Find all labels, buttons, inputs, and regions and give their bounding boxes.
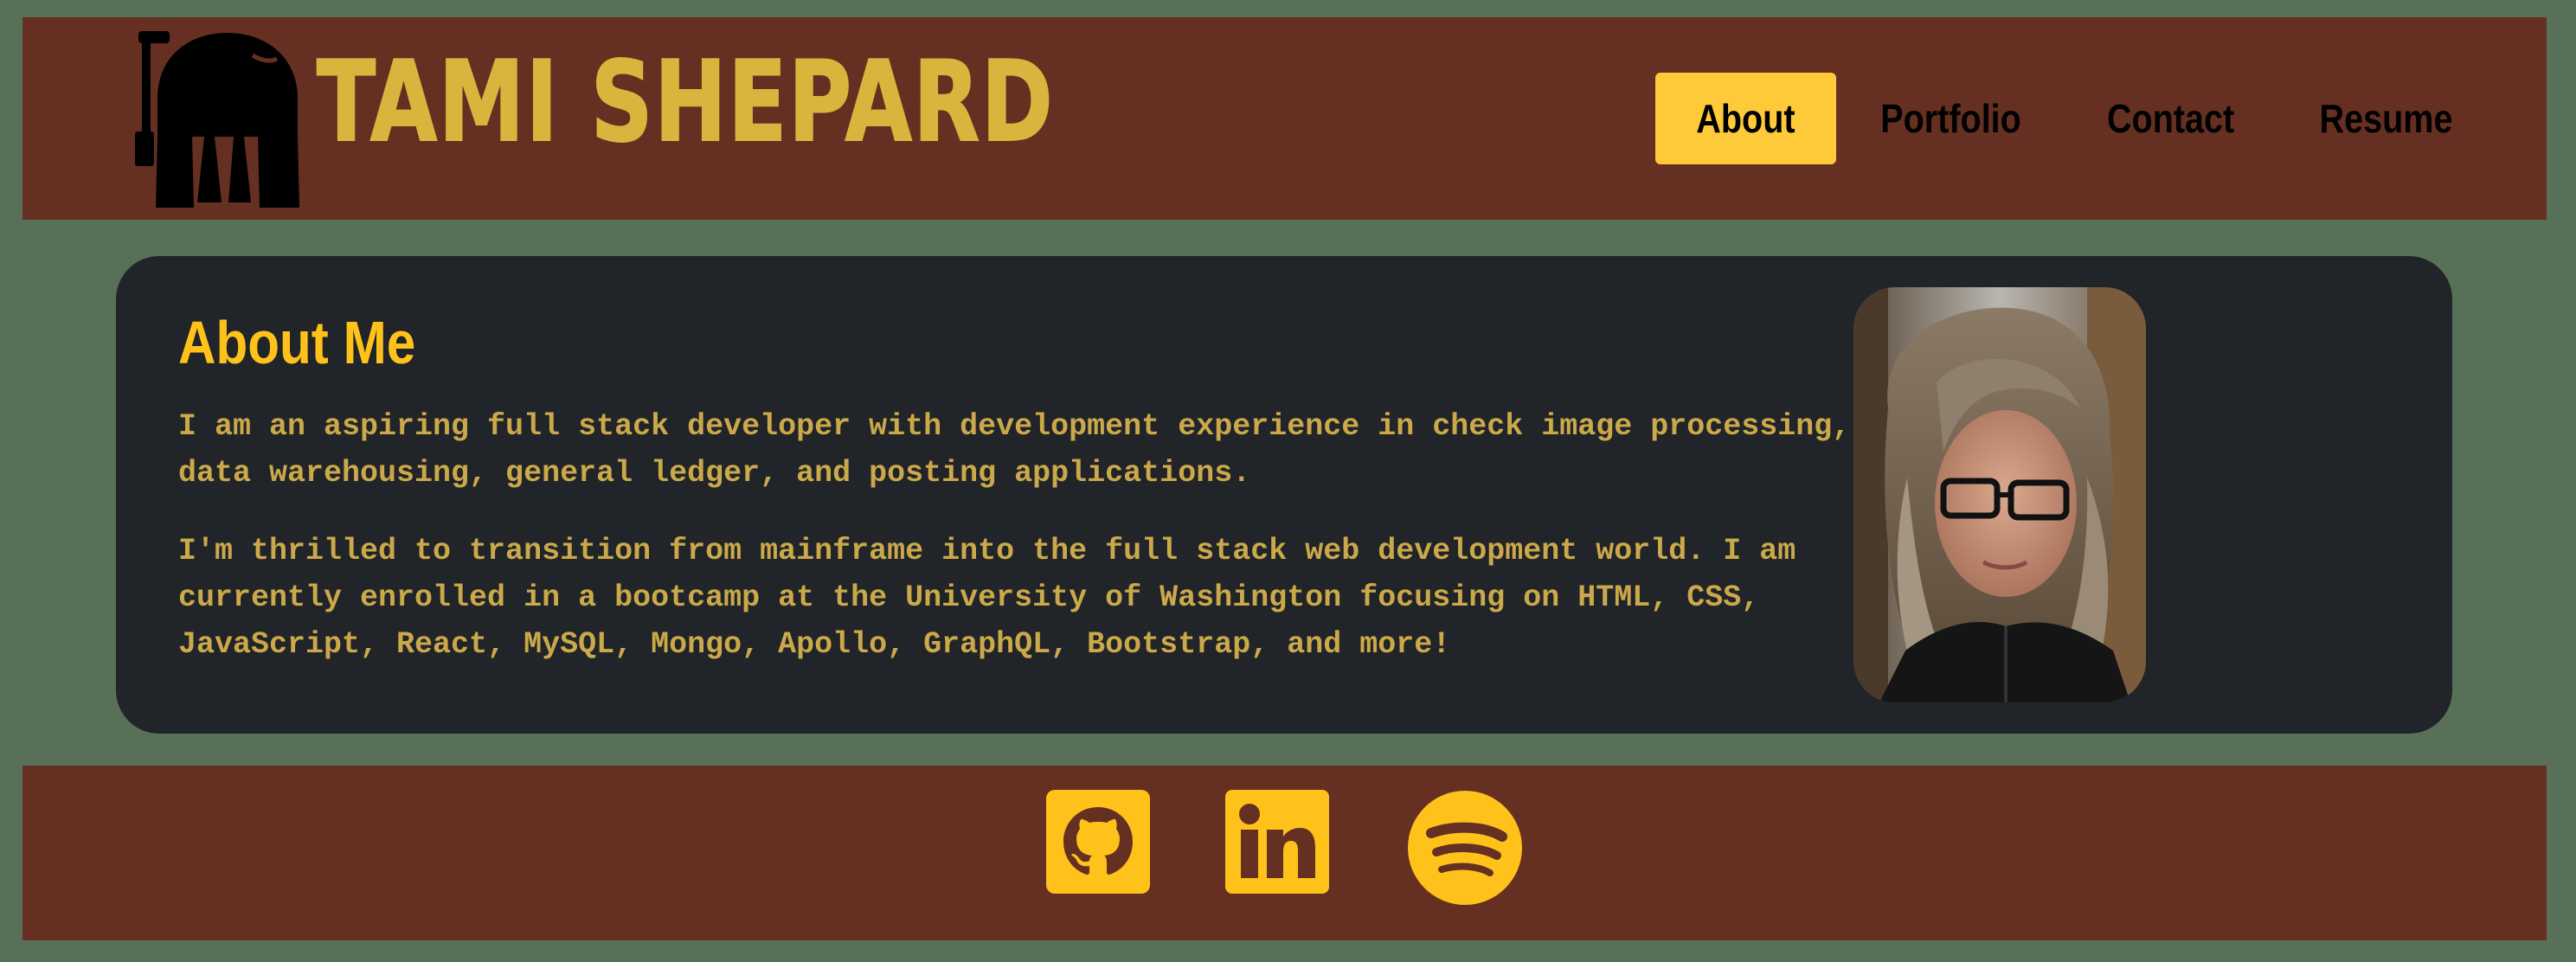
nav-about[interactable]: About <box>1654 73 1836 164</box>
mandalorian-helmet-icon <box>135 31 299 208</box>
site-title: TAMI SHEPARD <box>316 37 1055 168</box>
profile-photo <box>1853 287 2146 702</box>
about-heading: About Me <box>178 309 416 376</box>
main-nav: About Portfolio Contact Resume <box>1654 73 2495 164</box>
site-footer <box>22 766 2547 940</box>
nav-portfolio[interactable]: Portfolio <box>1853 73 2048 164</box>
nav-resume[interactable]: Resume <box>2293 73 2480 164</box>
github-icon[interactable] <box>1046 790 1150 894</box>
spotify-icon[interactable] <box>1407 790 1523 906</box>
about-text: I am an aspiring full stack developer wi… <box>178 403 1900 699</box>
linkedin-icon[interactable] <box>1225 790 1329 894</box>
about-paragraph: I'm thrilled to transition from mainfram… <box>178 534 1796 662</box>
nav-contact[interactable]: Contact <box>2080 73 2261 164</box>
site-header: TAMI SHEPARD About Portfolio Contact Res… <box>22 17 2547 220</box>
about-card: About Me I am an aspiring full stack dev… <box>116 256 2452 734</box>
about-paragraph: I am an aspiring full stack developer wi… <box>178 409 1851 491</box>
